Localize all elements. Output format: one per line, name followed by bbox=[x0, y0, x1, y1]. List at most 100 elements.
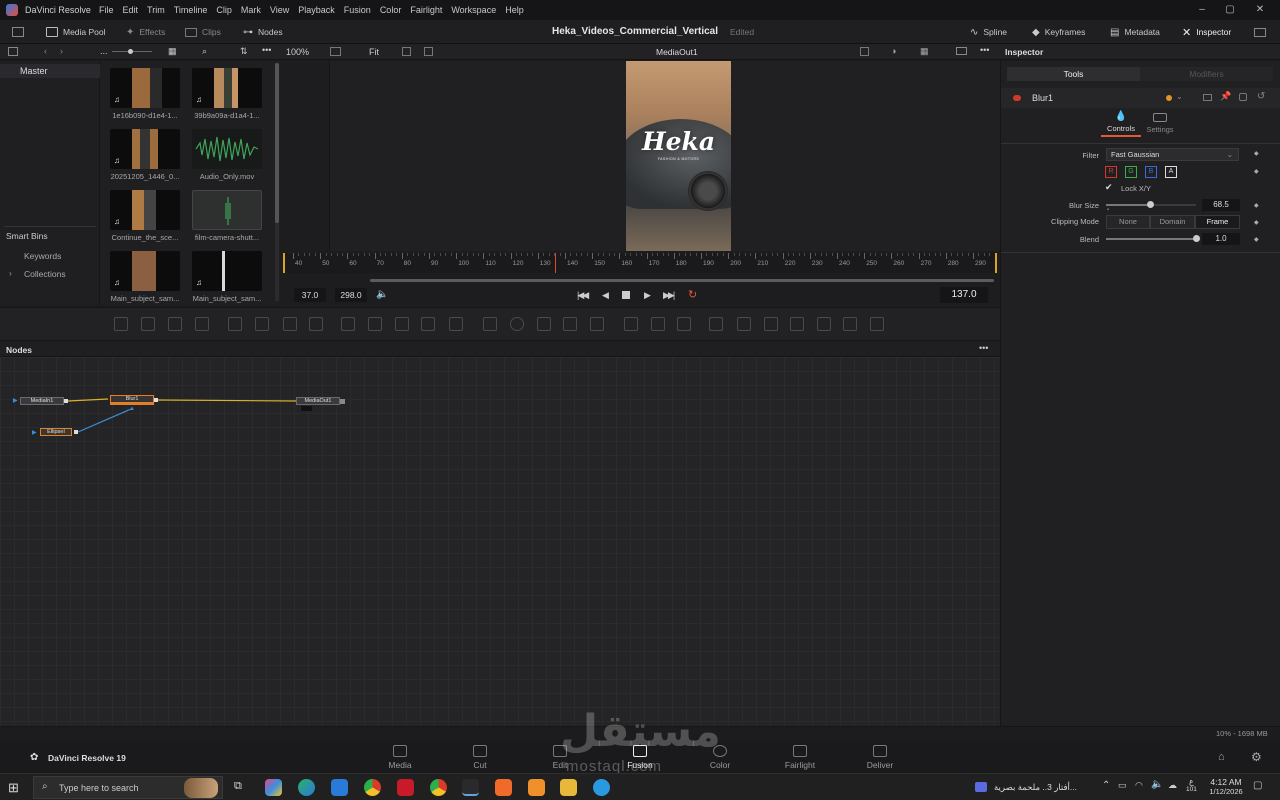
circle-tool-icon[interactable] bbox=[510, 317, 524, 331]
play-icon[interactable]: ▶ bbox=[644, 290, 651, 301]
shape-3d-b-tool-icon[interactable] bbox=[737, 317, 751, 331]
clipping-frame-button[interactable]: Frame bbox=[1195, 215, 1240, 229]
droplet-tool-icon[interactable] bbox=[309, 317, 323, 331]
merge-dot-tool-icon[interactable] bbox=[228, 317, 242, 331]
blur-size-value[interactable]: 68.5 bbox=[1202, 199, 1240, 211]
keyframes-button[interactable]: ◆ Keyframes bbox=[1032, 20, 1085, 44]
file-explorer-icon[interactable] bbox=[560, 779, 577, 796]
tab-tools[interactable]: Tools bbox=[1007, 67, 1140, 81]
menu-timeline[interactable]: Timeline bbox=[174, 5, 208, 15]
page-deliver[interactable]: Deliver bbox=[850, 745, 910, 770]
chrome-icon[interactable] bbox=[364, 779, 381, 796]
notification-text[interactable]: أفتار 3.. ملحمة بصرية... bbox=[994, 782, 1077, 793]
tool-color-dot[interactable] bbox=[1166, 95, 1172, 101]
background-tool-icon[interactable] bbox=[114, 317, 128, 331]
clip-thumb[interactable]: ♫ bbox=[110, 190, 180, 230]
node-mediaout1[interactable]: MediaOut1 bbox=[296, 397, 340, 405]
channel-r-toggle[interactable]: R bbox=[1105, 166, 1117, 178]
keyframe-diamond-icon[interactable]: ◆ bbox=[1254, 202, 1259, 209]
shape-3d-g-tool-icon[interactable] bbox=[870, 317, 884, 331]
back-icon[interactable]: ‹ bbox=[44, 46, 47, 56]
keyframe-diamond-icon[interactable]: ◆ bbox=[1254, 150, 1259, 157]
shape-3d-f-tool-icon[interactable] bbox=[843, 317, 857, 331]
viewer-fullscreen-icon[interactable] bbox=[956, 47, 967, 55]
thumb-size-handle[interactable] bbox=[128, 49, 133, 54]
panel-toggle-icon[interactable] bbox=[8, 47, 18, 56]
keyframe-diamond-icon[interactable]: ◆ bbox=[1254, 168, 1259, 175]
tab-settings[interactable]: Settings bbox=[1143, 111, 1177, 141]
shape-3d-a-tool-icon[interactable] bbox=[709, 317, 723, 331]
tool-enable-toggle[interactable] bbox=[1013, 95, 1021, 101]
current-frame-field[interactable]: 137.0 bbox=[940, 287, 988, 303]
davinci-resolve-taskbar-icon[interactable] bbox=[462, 779, 479, 796]
paint-tool-icon[interactable] bbox=[195, 317, 209, 331]
keyframe-diamond-icon[interactable]: ◆ bbox=[1254, 236, 1259, 243]
effects-button[interactable]: ✦ Effects bbox=[126, 20, 165, 44]
clip-thumb[interactable] bbox=[192, 129, 262, 169]
ellipse-a-tool-icon[interactable] bbox=[341, 317, 355, 331]
lut-icon[interactable]: ◑ bbox=[891, 46, 896, 56]
chevron-down-icon[interactable]: ⌄ bbox=[1176, 92, 1183, 101]
rect-d-tool-icon[interactable] bbox=[449, 317, 463, 331]
node-editor-menu-icon[interactable]: ••• bbox=[979, 343, 988, 353]
home-icon[interactable]: ⌂ bbox=[1218, 751, 1225, 763]
overflow-menu-icon[interactable]: ••• bbox=[262, 45, 271, 55]
render-in-marker[interactable] bbox=[283, 253, 285, 273]
shape-3d-d-tool-icon[interactable] bbox=[790, 317, 804, 331]
node-output-port[interactable] bbox=[64, 399, 68, 403]
vscode-icon[interactable] bbox=[331, 779, 348, 796]
sort-icon[interactable]: ⇅ bbox=[240, 46, 248, 57]
go-to-start-icon[interactable]: |◀◀ bbox=[577, 290, 589, 301]
blur-size-handle[interactable] bbox=[1147, 201, 1155, 208]
image-plane-tool-icon[interactable] bbox=[141, 317, 155, 331]
close-icon[interactable]: ✕ bbox=[1246, 0, 1274, 20]
clip-thumb[interactable] bbox=[192, 190, 262, 230]
clip-thumb[interactable]: ♫ bbox=[110, 251, 180, 291]
viewer-frame[interactable]: Heka FASHION & MOTORS bbox=[626, 61, 731, 251]
media-pool-button[interactable]: Media Pool bbox=[46, 20, 106, 44]
bin-keywords[interactable]: Keywords bbox=[24, 251, 61, 261]
node-output-port[interactable] bbox=[74, 430, 78, 434]
pin-icon[interactable]: 📌 bbox=[1220, 91, 1231, 102]
bitmap-tool-icon[interactable] bbox=[590, 317, 604, 331]
node-mediain1[interactable]: MediaIn1 bbox=[20, 397, 64, 405]
playhead[interactable] bbox=[555, 253, 556, 273]
lock-icon[interactable] bbox=[1239, 93, 1247, 101]
scrub-bar[interactable] bbox=[370, 279, 994, 282]
zoom-dropdown[interactable]: 100% bbox=[286, 47, 309, 57]
cloud-icon[interactable]: ☁ bbox=[1168, 780, 1177, 791]
volume-icon[interactable]: 🔈 bbox=[1151, 779, 1163, 790]
nodes-button[interactable]: ⊶ Nodes bbox=[243, 20, 283, 44]
text-tool-icon[interactable] bbox=[168, 317, 182, 331]
filter-dropdown[interactable]: Fast Gaussian ⌄ bbox=[1106, 148, 1239, 161]
channel-b-toggle[interactable]: B bbox=[1145, 166, 1157, 178]
spline-button[interactable]: ∿ Spline bbox=[970, 20, 1007, 44]
keyframe-diamond-icon[interactable]: ◆ bbox=[1254, 219, 1259, 226]
menu-playback[interactable]: Playback bbox=[298, 5, 335, 15]
time-ruler[interactable]: 40 50 60 70 80 90 100 110 120 130 140 150 160 170 180 1… bbox=[283, 253, 997, 273]
task-view-icon[interactable]: ⧉ bbox=[234, 780, 242, 793]
loop-icon[interactable]: ↻ bbox=[688, 288, 697, 301]
workspace-toggle-icon[interactable] bbox=[12, 20, 24, 44]
channel-icon[interactable] bbox=[860, 47, 869, 56]
collections-chevron-icon[interactable]: › bbox=[9, 268, 12, 278]
language-indicator[interactable]: ع 101 bbox=[1186, 777, 1197, 793]
node-output-port[interactable] bbox=[154, 398, 158, 402]
page-cut[interactable]: Cut bbox=[450, 745, 510, 770]
gear-icon[interactable]: ⚙ bbox=[1251, 750, 1262, 764]
shape-3d-e-tool-icon[interactable] bbox=[817, 317, 831, 331]
more-icon[interactable]: ... bbox=[100, 46, 108, 56]
security-app-icon[interactable] bbox=[397, 779, 414, 796]
blend-handle[interactable] bbox=[1193, 235, 1200, 242]
page-media[interactable]: Media bbox=[370, 745, 430, 770]
network-icon[interactable]: ◠ bbox=[1135, 780, 1143, 791]
menu-view[interactable]: View bbox=[270, 5, 289, 15]
tab-controls[interactable]: 💧 Controls bbox=[1101, 111, 1141, 141]
clips-button[interactable]: Clips bbox=[185, 20, 221, 44]
clip-thumb[interactable]: ♫ bbox=[110, 68, 180, 108]
render-out-marker[interactable] bbox=[995, 253, 997, 273]
transform-slash-tool-icon[interactable] bbox=[255, 317, 269, 331]
app-orange-icon[interactable] bbox=[528, 779, 545, 796]
menu-trim[interactable]: Trim bbox=[147, 5, 165, 15]
menu-help[interactable]: Help bbox=[505, 5, 524, 15]
